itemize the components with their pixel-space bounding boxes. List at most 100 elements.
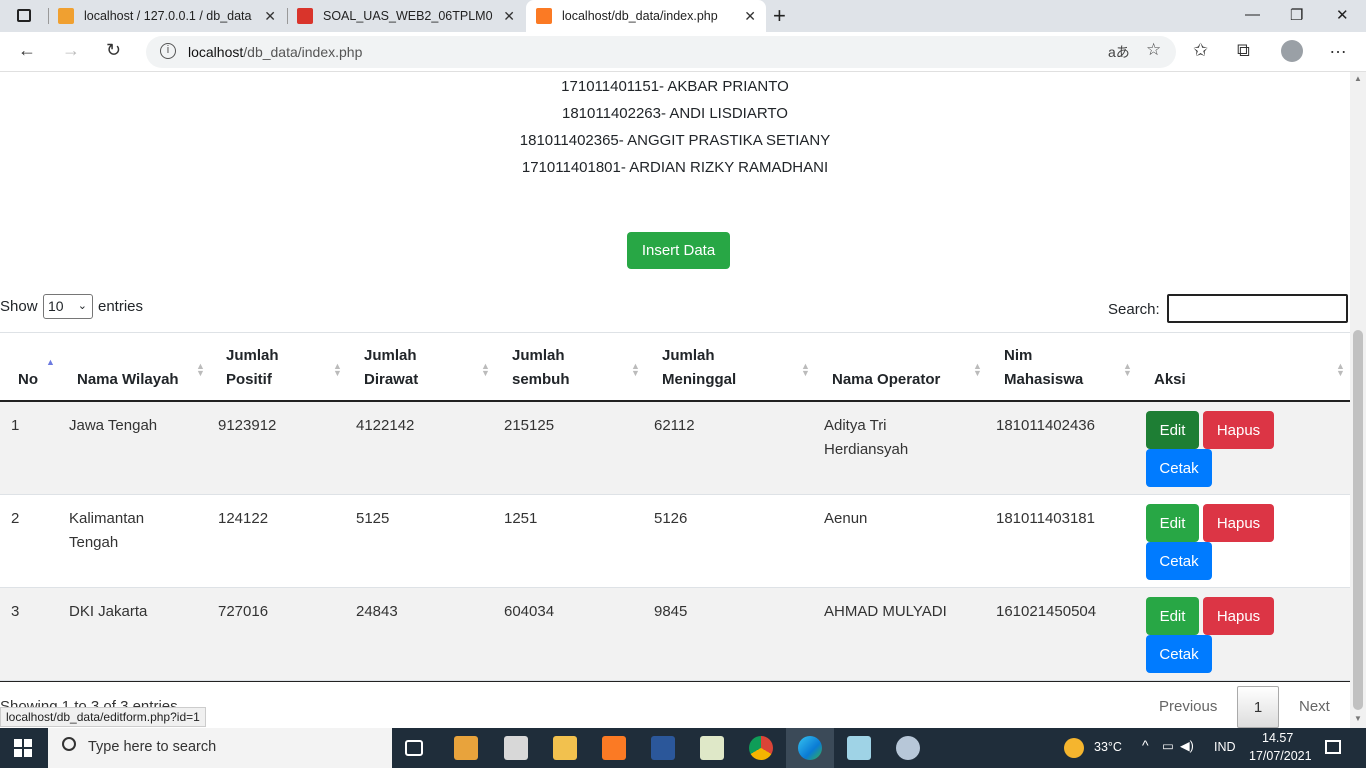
cell-meninggal: 5126 bbox=[654, 510, 688, 527]
col-aksi[interactable]: Aksi bbox=[1154, 368, 1186, 392]
windows-start-icon[interactable] bbox=[14, 739, 32, 757]
scroll-up-icon[interactable]: ▲ bbox=[1354, 74, 1362, 83]
scrollbar[interactable]: ▲ ▼ bbox=[1350, 72, 1366, 728]
volume-icon[interactable]: ◀) bbox=[1180, 738, 1194, 753]
pager-previous[interactable]: Previous bbox=[1159, 698, 1217, 715]
minimize-icon[interactable]: — bbox=[1245, 6, 1260, 23]
delete-button[interactable]: Hapus bbox=[1203, 504, 1274, 542]
tab-pdf[interactable]: SOAL_UAS_WEB2_06TPLM001.dc ✕ bbox=[297, 0, 525, 32]
entries-select[interactable]: 10 ⌄ bbox=[43, 294, 93, 319]
cell-positif: 727016 bbox=[218, 603, 269, 620]
delete-button[interactable]: Hapus bbox=[1203, 597, 1274, 635]
chevron-down-icon: ⌄ bbox=[77, 300, 87, 312]
print-button[interactable]: Cetak bbox=[1146, 635, 1212, 673]
paint-app-icon[interactable] bbox=[896, 736, 920, 760]
notepad-app-icon[interactable] bbox=[847, 736, 871, 760]
clock-time[interactable]: 14.57 bbox=[1262, 731, 1293, 745]
xampp-icon bbox=[536, 8, 552, 24]
cell-sembuh: 1251 bbox=[504, 510, 538, 527]
url-field[interactable]: i localhost/db_data/index.php aあ ☆ bbox=[146, 36, 1176, 68]
close-icon[interactable]: ✕ bbox=[503, 8, 515, 25]
cell-no: 2 bbox=[11, 510, 20, 527]
cell-no: 1 bbox=[11, 417, 20, 434]
col-no[interactable]: No bbox=[18, 368, 38, 392]
spreadsheet-app-icon[interactable] bbox=[700, 736, 724, 760]
pager-page-1[interactable]: 1 bbox=[1237, 686, 1279, 728]
delete-button[interactable]: Hapus bbox=[1203, 411, 1274, 449]
forward-icon[interactable]: → bbox=[62, 40, 80, 61]
collections-icon[interactable]: ⧉ bbox=[1237, 40, 1250, 61]
window-close-icon[interactable]: ✕ bbox=[1336, 6, 1349, 24]
col-meninggal[interactable]: Jumlah Meninggal bbox=[662, 344, 736, 392]
favorites-icon[interactable]: ✩ bbox=[1193, 40, 1208, 61]
calendar-app-icon[interactable] bbox=[504, 736, 528, 760]
cell-wilayah: Jawa Tengah bbox=[69, 417, 158, 434]
info-icon[interactable]: i bbox=[160, 43, 176, 59]
cell-positif: 9123912 bbox=[218, 417, 277, 434]
col-dirawat[interactable]: Jumlah Dirawat bbox=[364, 344, 418, 392]
task-view-icon[interactable] bbox=[405, 740, 423, 756]
insert-data-button[interactable]: Insert Data bbox=[627, 232, 730, 269]
member-line: 181011402263- ANDI LISDIARTO bbox=[562, 105, 788, 122]
temperature[interactable]: 33°C bbox=[1094, 740, 1122, 754]
show-hidden-icons-icon[interactable]: ^ bbox=[1142, 737, 1149, 753]
chrome-icon[interactable] bbox=[749, 736, 773, 760]
close-icon[interactable]: ✕ bbox=[264, 8, 276, 25]
col-operator[interactable]: Nama Operator bbox=[832, 368, 940, 392]
more-icon[interactable]: … bbox=[1329, 37, 1347, 58]
pdf-icon bbox=[297, 8, 313, 24]
table-bottom-border bbox=[0, 681, 1350, 682]
taskbar: Type here to search 33°C ^ ▭ ◀) IND 14.5… bbox=[0, 728, 1366, 768]
taskbar-search[interactable]: Type here to search bbox=[48, 728, 392, 768]
table-row: 2 Kalimantan Tengah 124122 5125 1251 5126… bbox=[0, 495, 1350, 588]
cell-dirawat: 5125 bbox=[356, 510, 390, 527]
col-sembuh[interactable]: Jumlah sembuh bbox=[512, 344, 570, 392]
tab-title: localhost / 127.0.0.1 / db_data | p bbox=[84, 9, 254, 23]
edit-button[interactable]: Edit bbox=[1146, 597, 1199, 635]
url-path: /db_data/index.php bbox=[243, 44, 363, 60]
language-indicator[interactable]: IND bbox=[1214, 740, 1236, 754]
xampp-taskbar-icon[interactable] bbox=[602, 736, 626, 760]
new-tab-icon[interactable]: + bbox=[773, 3, 786, 29]
restore-icon[interactable]: ❐ bbox=[1290, 6, 1303, 24]
add-favorite-icon[interactable]: ☆ bbox=[1146, 40, 1161, 60]
print-button[interactable]: Cetak bbox=[1146, 449, 1212, 487]
refresh-icon[interactable]: ↻ bbox=[106, 40, 121, 61]
edge-icon[interactable] bbox=[798, 736, 822, 760]
tab-phpmyadmin[interactable]: localhost / 127.0.0.1 / db_data | p ✕ bbox=[58, 0, 286, 32]
search-input[interactable] bbox=[1167, 294, 1348, 323]
edit-button[interactable]: Edit bbox=[1146, 411, 1199, 449]
tab-actions-icon[interactable] bbox=[17, 9, 31, 22]
tab-index[interactable]: localhost/db_data/index.php ✕ bbox=[526, 0, 766, 32]
scrollbar-thumb[interactable] bbox=[1353, 330, 1363, 710]
cell-dirawat: 24843 bbox=[356, 603, 398, 620]
cell-wilayah: DKI Jakarta bbox=[69, 603, 148, 620]
word-icon[interactable] bbox=[651, 736, 675, 760]
clock-date[interactable]: 17/07/2021 bbox=[1249, 749, 1312, 763]
close-icon[interactable]: ✕ bbox=[744, 8, 756, 25]
read-aloud-icon[interactable]: aあ bbox=[1108, 42, 1130, 62]
sort-icon: ▲ ▼ bbox=[481, 361, 490, 378]
profile-avatar[interactable] bbox=[1281, 40, 1303, 62]
notifications-icon[interactable] bbox=[1325, 740, 1341, 754]
table-row: 3 DKI Jakarta 727016 24843 604034 9845 A… bbox=[0, 588, 1350, 681]
member-line: 181011402365- ANGGIT PRASTIKA SETIANY bbox=[519, 132, 831, 149]
sort-icon: ▲ ▼ bbox=[631, 361, 640, 378]
cell-wilayah: Kalimantan Tengah bbox=[69, 510, 145, 551]
file-explorer-icon[interactable] bbox=[553, 736, 577, 760]
weather-icon[interactable] bbox=[1064, 738, 1084, 758]
col-nim[interactable]: Nim Mahasiswa bbox=[1004, 344, 1083, 392]
scroll-down-icon[interactable]: ▼ bbox=[1354, 714, 1362, 723]
print-button[interactable]: Cetak bbox=[1146, 542, 1212, 580]
address-bar: ← → ↻ i localhost/db_data/index.php aあ ☆… bbox=[0, 32, 1366, 72]
col-positif[interactable]: Jumlah Positif bbox=[226, 344, 279, 392]
cell-meninggal: 62112 bbox=[654, 417, 695, 434]
media-player-icon[interactable] bbox=[454, 736, 478, 760]
network-icon[interactable]: ▭ bbox=[1162, 738, 1174, 753]
col-wilayah[interactable]: Nama Wilayah bbox=[77, 368, 179, 392]
sort-icon: ▲ ▼ bbox=[1336, 361, 1345, 378]
pager-next[interactable]: Next bbox=[1299, 698, 1330, 715]
back-icon[interactable]: ← bbox=[18, 40, 36, 61]
edit-button[interactable]: Edit bbox=[1146, 504, 1199, 542]
cell-dirawat: 4122142 bbox=[356, 417, 415, 434]
